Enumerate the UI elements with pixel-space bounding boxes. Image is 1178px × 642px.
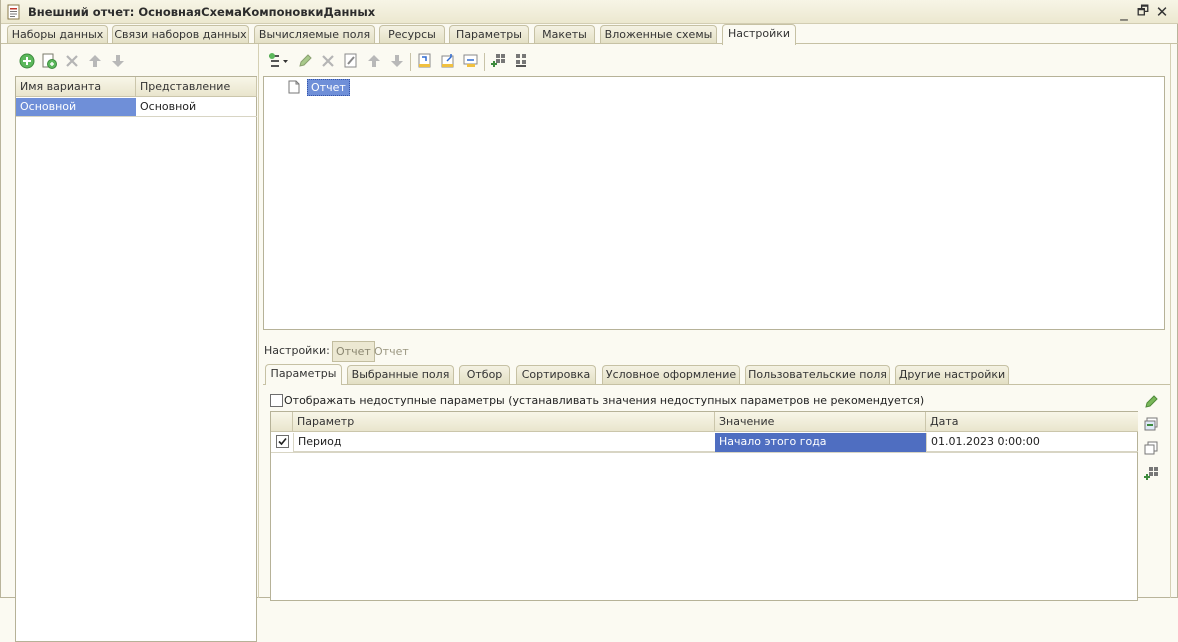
move-down-icon[interactable] bbox=[388, 52, 406, 70]
minimize-button[interactable]: _ bbox=[1115, 3, 1133, 21]
report-structure-tree: Отчет bbox=[263, 76, 1165, 330]
properties-icon[interactable] bbox=[342, 52, 360, 70]
delete-icon[interactable] bbox=[63, 52, 81, 70]
variant-name-cell[interactable]: Основной bbox=[16, 98, 136, 117]
edit-pencil-icon[interactable] bbox=[1143, 394, 1159, 410]
report-node-icon bbox=[288, 80, 300, 94]
subtab-conditional-formatting[interactable]: Условное оформление bbox=[602, 365, 740, 384]
right-border bbox=[1170, 44, 1171, 598]
subtab-sorting[interactable]: Сортировка bbox=[516, 365, 596, 384]
settings-grid-icon[interactable] bbox=[513, 52, 531, 70]
row-divider bbox=[271, 452, 1137, 453]
subtab-selected-fields[interactable]: Выбранные поля bbox=[347, 365, 454, 384]
tab-dataset-links[interactable]: Связи наборов данных bbox=[112, 25, 249, 44]
report-icon bbox=[7, 4, 20, 20]
tab-templates[interactable]: Макеты bbox=[534, 25, 595, 44]
settings-label: Настройки: bbox=[264, 344, 330, 357]
move-up-icon[interactable] bbox=[86, 52, 104, 70]
tab-settings[interactable]: Настройки bbox=[722, 24, 796, 45]
group-level-up-icon[interactable] bbox=[439, 52, 457, 70]
group-move-icon[interactable] bbox=[462, 52, 480, 70]
parameters-table: Параметр Значение Дата Период Начало это… bbox=[270, 411, 1138, 601]
tab-nested-schemas[interactable]: Вложенные схемы bbox=[600, 25, 717, 44]
subtab-other-settings[interactable]: Другие настройки bbox=[895, 365, 1009, 384]
edit-pencil-icon[interactable] bbox=[296, 52, 314, 70]
variants-table: Имя варианта Представление Основной Осно… bbox=[15, 76, 257, 642]
window-title: Внешний отчет: ОсновнаяСхемаКомпоновкиДа… bbox=[28, 5, 376, 19]
tab-resources[interactable]: Ресурсы bbox=[379, 25, 445, 44]
column-header-presentation[interactable]: Представление bbox=[136, 77, 257, 97]
close-button[interactable]: ✕ bbox=[1153, 3, 1171, 21]
tabs-divider bbox=[1, 43, 1178, 44]
delete-icon[interactable] bbox=[319, 52, 337, 70]
subtab-filter[interactable]: Отбор bbox=[459, 365, 510, 384]
show-unavailable-checkbox[interactable] bbox=[270, 394, 283, 407]
copy-settings-icon[interactable] bbox=[1143, 416, 1159, 432]
title-bar: Внешний отчет: ОсновнаяСхемаКомпоновкиДа… bbox=[1, 0, 1178, 24]
schema-tabs: Наборы данных Связи наборов данных Вычис… bbox=[1, 24, 1178, 45]
tab-calculated-fields[interactable]: Вычисляемые поля bbox=[254, 25, 375, 44]
column-header-date[interactable]: Дата bbox=[926, 412, 1138, 432]
show-unavailable-label: Отображать недоступные параметры (устана… bbox=[284, 394, 925, 407]
clone-icon[interactable] bbox=[1143, 440, 1159, 456]
column-header-value[interactable]: Значение bbox=[715, 412, 926, 432]
settings-current-node-button[interactable]: Отчет bbox=[332, 341, 375, 362]
subtab-parameters[interactable]: Параметры bbox=[265, 364, 342, 385]
checkmark-icon bbox=[278, 437, 287, 446]
tree-node-report[interactable]: Отчет bbox=[307, 79, 350, 96]
column-header-variant-name[interactable]: Имя варианта bbox=[16, 77, 136, 97]
settings-current-node-text: Отчет bbox=[374, 345, 409, 358]
parameter-date-cell[interactable]: 01.01.2023 0:00:00 bbox=[926, 433, 1138, 452]
move-up-icon[interactable] bbox=[365, 52, 383, 70]
toolbar-separator bbox=[410, 53, 411, 71]
panel-splitter[interactable] bbox=[258, 44, 259, 598]
variant-presentation-cell[interactable]: Основной bbox=[136, 98, 257, 117]
add-settings-icon[interactable] bbox=[1143, 466, 1159, 482]
add-grouping-dropdown-icon[interactable] bbox=[267, 52, 291, 70]
move-down-icon[interactable] bbox=[109, 52, 127, 70]
tab-parameters[interactable]: Параметры bbox=[449, 25, 529, 44]
subtabs-divider bbox=[263, 384, 1170, 385]
toolbar-separator bbox=[484, 53, 485, 71]
tab-datasets[interactable]: Наборы данных bbox=[7, 25, 108, 44]
column-header-parameter[interactable]: Параметр bbox=[293, 412, 715, 432]
group-level-down-icon[interactable] bbox=[416, 52, 434, 70]
add-circle-icon[interactable] bbox=[18, 52, 36, 70]
parameter-use-checkbox[interactable] bbox=[276, 435, 289, 448]
add-settings-icon[interactable] bbox=[490, 52, 508, 70]
restore-button[interactable]: 🗗 bbox=[1134, 3, 1152, 21]
column-header-use bbox=[271, 412, 293, 432]
copy-icon[interactable] bbox=[40, 52, 58, 70]
subtab-user-fields[interactable]: Пользовательские поля bbox=[745, 365, 890, 384]
parameter-value-cell[interactable]: Начало этого года bbox=[715, 433, 926, 452]
parameter-name-cell[interactable]: Период bbox=[293, 433, 715, 452]
main-window: Внешний отчет: ОсновнаяСхемаКомпоновкиДа… bbox=[0, 0, 1178, 642]
